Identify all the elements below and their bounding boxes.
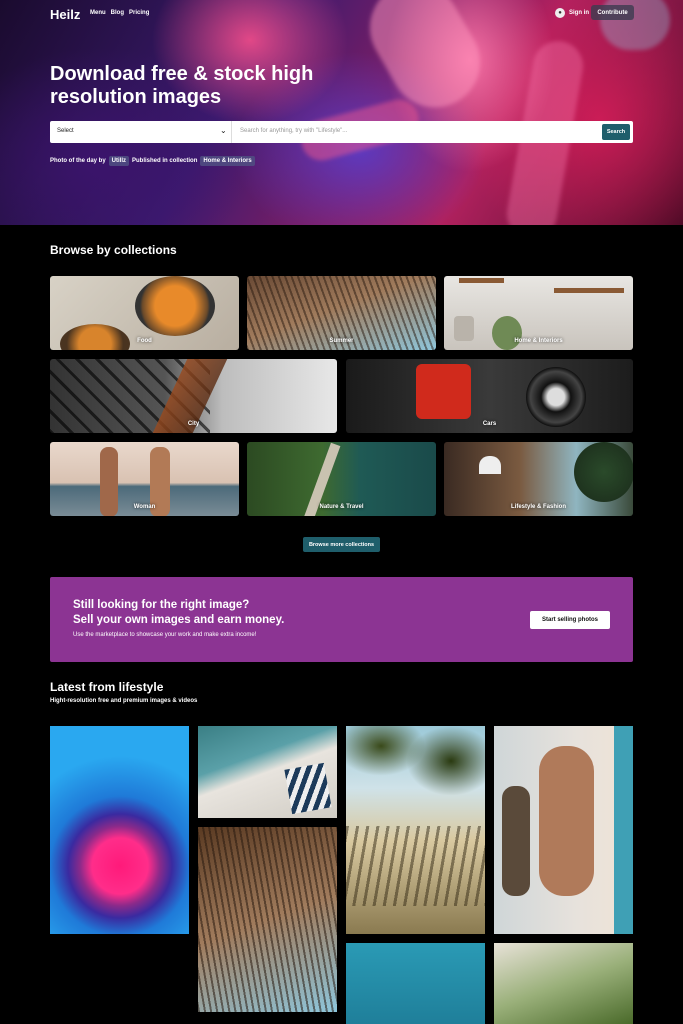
- promo-line-2: Sell your own images and earn money.: [73, 614, 285, 626]
- promo-subtext: Use the marketplace to showcase your wor…: [73, 632, 257, 638]
- latest-image[interactable]: [198, 827, 337, 1012]
- promo-line-1: Still looking for the right image?: [73, 599, 250, 611]
- latest-image[interactable]: [494, 943, 633, 1024]
- search-button[interactable]: Search: [602, 124, 630, 140]
- browse-more-button[interactable]: Browse more collections: [303, 537, 380, 552]
- published-in-label: Published in collection: [132, 158, 198, 164]
- collection-tile-summer[interactable]: Summer: [247, 276, 436, 350]
- user-icon: ●: [555, 8, 565, 18]
- nav-link-blog[interactable]: Blog: [111, 10, 124, 16]
- contribute-button[interactable]: Contribute: [591, 5, 634, 20]
- collection-label: Home & Interiors: [514, 338, 563, 344]
- latest-subtitle: Hight-resolution free and premium images…: [50, 698, 198, 704]
- collection-label: Nature & Travel: [319, 504, 364, 510]
- collection-tile-city[interactable]: City: [50, 359, 337, 433]
- hero-banner: Heilz Menu Blog Pricing ● Sign in Contri…: [0, 0, 683, 225]
- collection-tile-food[interactable]: Food: [50, 276, 239, 350]
- sign-in-label: Sign in: [569, 10, 589, 16]
- latest-image[interactable]: [346, 943, 485, 1024]
- search-input[interactable]: Search for anything, try with "Lifestyle…: [240, 128, 347, 134]
- collection-tile-lifestyle-fashion[interactable]: Lifestyle & Fashion: [444, 442, 633, 516]
- collection-label: Lifestyle & Fashion: [510, 504, 566, 510]
- collection-label: Food: [137, 338, 152, 344]
- promo-banner: Still looking for the right image? Sell …: [50, 577, 633, 662]
- collections-title: Browse by collections: [50, 243, 177, 257]
- collection-tile-nature-travel[interactable]: Nature & Travel: [247, 442, 436, 516]
- sign-in-link[interactable]: ● Sign in: [555, 8, 589, 18]
- nav-link-pricing[interactable]: Pricing: [129, 10, 149, 16]
- nav-links: Menu Blog Pricing: [90, 10, 149, 16]
- latest-image[interactable]: [198, 726, 337, 818]
- nav-link-menu[interactable]: Menu: [90, 10, 106, 16]
- collection-label: Cars: [482, 421, 497, 427]
- latest-image[interactable]: [50, 726, 189, 934]
- photo-of-day-label: Photo of the day by: [50, 158, 106, 164]
- latest-title: Latest from lifestyle: [50, 680, 164, 694]
- collection-tile-home-interiors[interactable]: Home & Interiors: [444, 276, 633, 350]
- promo-headline: Still looking for the right image? Sell …: [73, 598, 284, 628]
- collection-label: Summer: [329, 338, 354, 344]
- latest-image[interactable]: [494, 726, 633, 934]
- collection-label: City: [187, 421, 200, 427]
- collection-tile-woman[interactable]: Woman: [50, 442, 239, 516]
- category-select[interactable]: Select: [50, 121, 232, 143]
- top-nav: Heilz Menu Blog Pricing ● Sign in Contri…: [0, 0, 683, 26]
- latest-image[interactable]: [346, 726, 485, 934]
- hero-title: Download free & stock high resolution im…: [50, 63, 314, 108]
- collection-tile-cars[interactable]: Cars: [346, 359, 633, 433]
- collection-label: Woman: [133, 504, 156, 510]
- start-selling-button[interactable]: Start selling photos: [530, 611, 610, 629]
- collection-link[interactable]: Home & Interiors: [200, 156, 255, 166]
- photo-of-the-day: Photo of the day by Utillz Published in …: [50, 156, 255, 166]
- logo[interactable]: Heilz: [50, 7, 80, 22]
- search-bar: Select ⌄ Search for anything, try with "…: [50, 121, 633, 143]
- photo-author-link[interactable]: Utillz: [108, 156, 130, 166]
- chevron-down-icon: ⌄: [220, 126, 227, 135]
